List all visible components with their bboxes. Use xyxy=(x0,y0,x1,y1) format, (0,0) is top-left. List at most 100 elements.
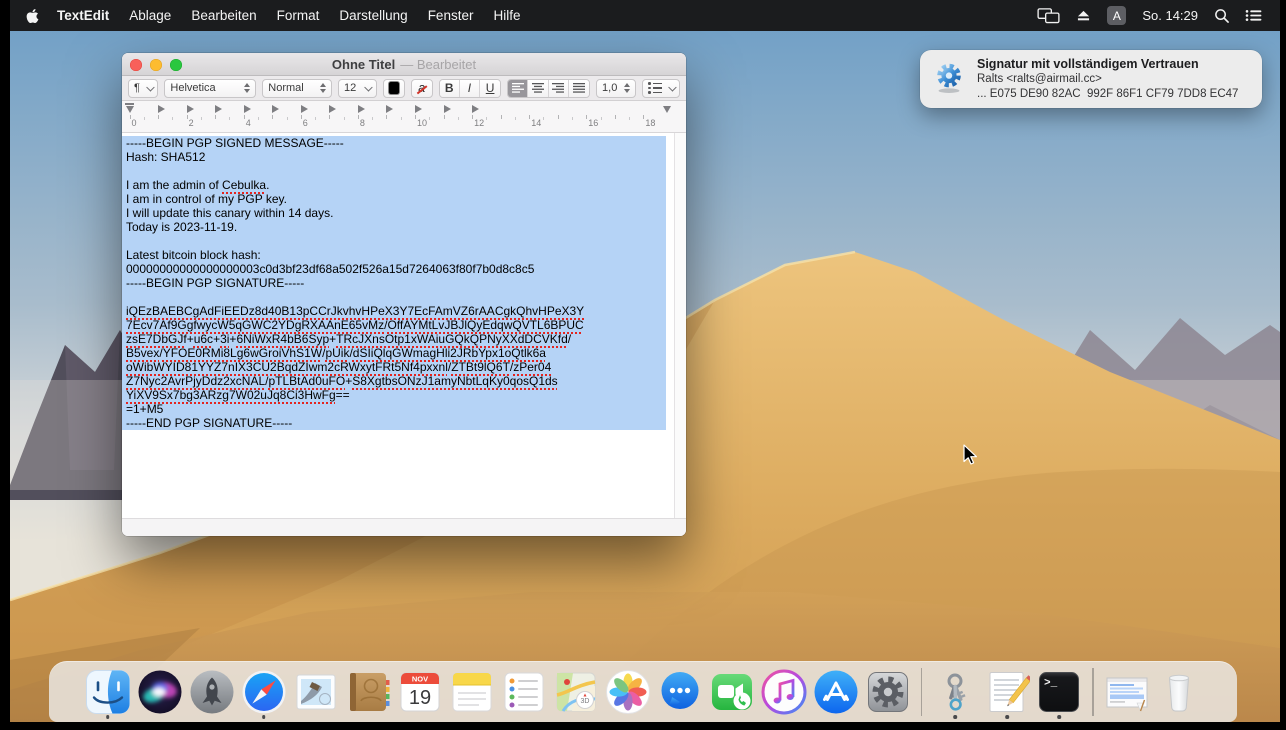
tab-stop-marker[interactable] xyxy=(415,105,422,113)
dock-item-reminders-icon[interactable] xyxy=(498,663,550,721)
align-right-button[interactable] xyxy=(549,80,569,97)
tab-stop-marker[interactable] xyxy=(215,105,222,113)
dock: NOV19 3D >_ xyxy=(49,661,1237,722)
menu-app-name[interactable]: TextEdit xyxy=(47,8,119,23)
tab-stop-marker[interactable] xyxy=(386,105,393,113)
font-size-select[interactable]: 12 xyxy=(338,79,377,98)
menu-bar-left: TextEdit AblageBearbeitenFormatDarstellu… xyxy=(24,8,530,24)
menu-item-fenster[interactable]: Fenster xyxy=(418,8,484,23)
ruler-number: 16 xyxy=(588,118,598,128)
right-indent-marker[interactable] xyxy=(663,106,671,113)
screen-mirroring-icon[interactable] xyxy=(1037,7,1060,24)
dock-item-launchpad-icon[interactable] xyxy=(186,663,238,721)
minimize-button[interactable] xyxy=(150,59,162,71)
bold-button[interactable]: B xyxy=(440,80,460,97)
dock-item-maps-icon[interactable]: 3D xyxy=(550,663,602,721)
align-justify-button[interactable] xyxy=(569,80,589,97)
text-line xyxy=(122,164,666,178)
paragraph-style-button[interactable]: ¶ xyxy=(128,79,158,98)
dock-item-messages-icon[interactable] xyxy=(654,663,706,721)
dock-item-sysprefs-icon[interactable] xyxy=(862,663,914,721)
input-source-indicator[interactable]: A xyxy=(1107,6,1126,25)
eject-icon[interactable] xyxy=(1076,9,1091,22)
dock-item-finder-icon[interactable] xyxy=(82,663,134,721)
text-line: Today is 2023-11-19. xyxy=(122,220,666,234)
dock-item-contacts-icon[interactable] xyxy=(342,663,394,721)
zoom-button[interactable] xyxy=(170,59,182,71)
dock-item-itunes-icon[interactable] xyxy=(758,663,810,721)
dock-item-notes-icon[interactable] xyxy=(446,663,498,721)
font-style-select[interactable]: Normal xyxy=(262,79,332,98)
chevron-down-icon xyxy=(668,83,676,91)
notification-title: Signatur mit vollständigem Vertrauen xyxy=(977,56,1238,72)
dock-item-keychain-icon[interactable] xyxy=(929,663,981,721)
text-line: Hash: SHA512 xyxy=(122,150,666,164)
dock-separator xyxy=(1092,668,1094,716)
dock-item-facetime-icon[interactable] xyxy=(706,663,758,721)
running-indicator-dot xyxy=(262,715,266,719)
underline-button[interactable]: U xyxy=(480,80,500,97)
dock-item-safari-icon[interactable] xyxy=(238,663,290,721)
dock-item-trash-icon[interactable] xyxy=(1153,663,1205,721)
menu-item-format[interactable]: Format xyxy=(267,8,330,23)
font-family-select[interactable]: Helvetica xyxy=(164,79,256,98)
tab-stop-marker[interactable] xyxy=(358,105,365,113)
svg-text:19: 19 xyxy=(408,687,430,709)
dock-item-terminal-icon[interactable]: >_ xyxy=(1033,663,1085,721)
ruler-number: 14 xyxy=(531,118,541,128)
menu-item-darstellung[interactable]: Darstellung xyxy=(329,8,417,23)
menu-item-ablage[interactable]: Ablage xyxy=(119,8,181,23)
tab-stop-marker[interactable] xyxy=(244,105,251,113)
textedit-window: Ohne Titel— Bearbeitet ¶ Helvetica Norma… xyxy=(122,53,686,536)
ruler-number: 6 xyxy=(303,118,308,128)
window-titlebar[interactable]: Ohne Titel— Bearbeitet xyxy=(122,53,686,76)
text-line: Z7Nyc2AvrPjyDdz2xcNAL/pTLBtAd0uFO+S8Xgtb… xyxy=(122,374,666,388)
tab-stop-marker[interactable] xyxy=(301,105,308,113)
menu-items: AblageBearbeitenFormatDarstellungFenster… xyxy=(119,8,530,23)
biu-group: B I U xyxy=(439,79,502,98)
line-spacing-control[interactable]: 1,0 xyxy=(596,79,636,98)
align-center-button[interactable] xyxy=(528,80,548,97)
menu-clock[interactable]: So. 14:29 xyxy=(1142,8,1198,23)
spotlight-search-icon[interactable] xyxy=(1214,8,1229,23)
color-swatch xyxy=(389,82,399,94)
vertical-scrollbar[interactable] xyxy=(674,133,686,518)
dock-item-siri-icon[interactable] xyxy=(134,663,186,721)
chevron-down-icon xyxy=(365,83,373,91)
tab-stop-marker[interactable] xyxy=(329,105,336,113)
menu-item-hilfe[interactable]: Hilfe xyxy=(483,8,530,23)
ruler-number: 4 xyxy=(246,118,251,128)
dock-item-textedit-icon[interactable] xyxy=(981,663,1033,721)
ruler-number: 0 xyxy=(132,118,137,128)
menu-item-bearbeiten[interactable]: Bearbeiten xyxy=(181,8,266,23)
dock-item-appstore-icon[interactable] xyxy=(810,663,862,721)
apple-menu-icon[interactable] xyxy=(24,8,41,24)
tab-stop-marker[interactable] xyxy=(472,105,479,113)
tab-stop-marker[interactable] xyxy=(272,105,279,113)
gpg-gear-icon xyxy=(932,60,966,99)
italic-button[interactable]: I xyxy=(460,80,480,97)
ruler-number: 18 xyxy=(645,118,655,128)
text-line: Latest bitcoin block hash: xyxy=(122,248,666,262)
dock-item-minimized-window-icon[interactable] xyxy=(1101,663,1153,721)
text-line: oWibWYID81YYZ7nIX3CU2BqdZIwm2cRWxytFRt5N… xyxy=(122,360,666,374)
dock-item-mail-icon[interactable] xyxy=(290,663,342,721)
text-line: zsE7DbGJf+u6c+3i+6NiWxR4bB6Syp+TRcJXnsOt… xyxy=(122,332,666,346)
left-indent-marker[interactable] xyxy=(125,103,134,113)
tab-stop-marker[interactable] xyxy=(187,105,194,113)
close-button[interactable] xyxy=(130,59,142,71)
align-left-button[interactable] xyxy=(508,80,528,97)
running-indicator-dot xyxy=(953,715,957,719)
text-color-well[interactable] xyxy=(383,79,405,98)
background-color-button[interactable]: a xyxy=(411,79,433,98)
notification-center-icon[interactable] xyxy=(1245,9,1262,22)
notification-banner[interactable]: Signatur mit vollständigem Vertrauen Ral… xyxy=(920,50,1262,108)
menu-bar-status: A So. 14:29 xyxy=(1037,6,1262,25)
tab-stop-marker[interactable] xyxy=(158,105,165,113)
dock-item-photos-icon[interactable] xyxy=(602,663,654,721)
dock-item-calendar-icon[interactable]: NOV19 xyxy=(394,663,446,721)
tab-stop-marker[interactable] xyxy=(444,105,451,113)
list-style-button[interactable] xyxy=(642,79,680,98)
text-line: -----END PGP SIGNATURE----- xyxy=(122,416,666,430)
text-editor-area[interactable]: -----BEGIN PGP SIGNED MESSAGE-----Hash: … xyxy=(122,133,686,518)
